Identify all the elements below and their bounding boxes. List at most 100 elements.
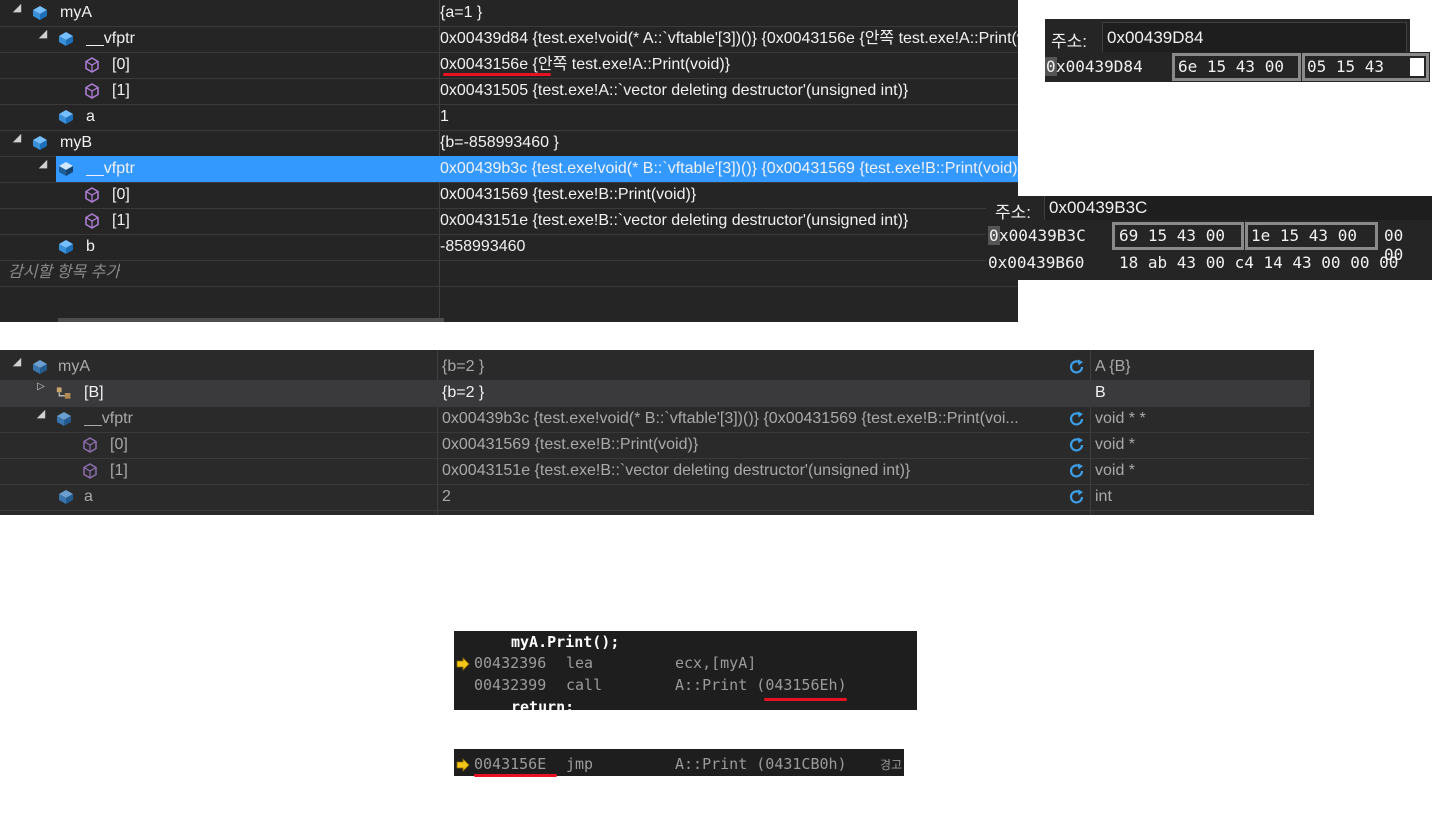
watch-row-myA[interactable]: ◢ myA {b=2 } A {B} <box>0 354 1310 381</box>
watch-value: 0x0043151e {test.exe!B::`vector deleting… <box>442 462 911 479</box>
watch-value: 0x00431569 {test.exe!B::Print(void)} <box>440 186 697 203</box>
call-target-address: 043156Eh <box>765 676 838 694</box>
add-watch-input[interactable]: 감시할 항목 추가 <box>8 260 120 286</box>
disassembly-window-1: myA.Print(); 00432396 lea ecx,[myA] 0043… <box>454 631 917 710</box>
watch-row-myA[interactable]: ◢ myA {a=1 } <box>0 0 1018 27</box>
watch-name: [0] <box>112 186 130 203</box>
watch-name: b <box>86 238 95 255</box>
watch-name: [0] <box>112 56 130 73</box>
underline-mark <box>764 698 847 701</box>
pointer-member-icon <box>83 463 97 479</box>
watch-value: 0x00431569 {test.exe!B::Print(void)} <box>442 436 699 453</box>
address-input[interactable]: 0x00439D84 <box>1102 22 1407 54</box>
watch-row-base-B[interactable]: ▷ [B] {b=2 } B <box>0 380 1310 407</box>
collapse-triangle-icon[interactable]: ◢ <box>34 407 48 420</box>
underline-mark <box>443 73 551 76</box>
object-icon <box>57 412 71 426</box>
watch-row-vfptr[interactable]: ◢ __vfptr 0x00439d84 {test.exe!void(* A:… <box>0 26 1018 53</box>
collapse-triangle-icon[interactable]: ◢ <box>36 157 50 170</box>
watch-value: {b=-858993460 } <box>440 134 559 151</box>
watch-type: void * <box>1095 436 1136 453</box>
address-label: 주소: <box>1051 32 1088 51</box>
watch-value: 0x00439d84 {test.exe!void(* A::`vftable'… <box>440 30 1018 47</box>
object-icon <box>33 6 47 20</box>
pointer-member-icon <box>85 83 99 99</box>
watch-row-index1[interactable]: [1] 0x0043151e {test.exe!B::`vector dele… <box>0 458 1310 485</box>
base-class-icon <box>56 387 71 399</box>
address-value: 0x00439D84 <box>1107 28 1204 47</box>
call-target-prefix: A::Print ( <box>675 676 766 694</box>
watch-value: -858993460 <box>440 238 526 255</box>
memory-bytes: 18 ab 43 00 c4 14 43 00 00 00 <box>1119 253 1399 272</box>
watch-value: 1 <box>440 108 449 125</box>
watch-row-b[interactable]: b -858993460 <box>0 234 1018 261</box>
disassembly-window-2: 0043156E jmp A::Print (0431CB0h) 경고 <box>454 749 904 776</box>
object-icon <box>59 162 73 176</box>
refresh-icon[interactable] <box>1068 410 1086 428</box>
field-icon <box>59 490 73 504</box>
watch-value: {b=2 } <box>442 384 485 401</box>
refresh-icon[interactable] <box>1068 462 1086 480</box>
watch-row-myB[interactable]: ◢ myB {b=-858993460 } <box>0 130 1018 157</box>
watch-row-vfptr-selected[interactable]: ◢ __vfptr 0x00439b3c {test.exe!void(* B:… <box>0 156 1018 183</box>
object-icon <box>33 136 47 150</box>
watch-type: int <box>1095 488 1112 505</box>
watch-row-vfptr[interactable]: ◢ __vfptr 0x00439b3c {test.exe!void(* B:… <box>0 406 1310 433</box>
memory-window-2: 주소: 0x00439B3C 0 x00439B3C 69 15 43 00 1… <box>986 196 1432 280</box>
watch-row-index1[interactable]: [1] 0x00431505 {test.exe!A::`vector dele… <box>0 78 1018 105</box>
warning-text: 경고 <box>880 758 903 772</box>
pointer-member-icon <box>85 57 99 73</box>
instruction-operands: A::Print (0431CB0h) <box>675 755 847 773</box>
instruction-operands: ecx,[myA] <box>675 654 757 672</box>
object-icon <box>59 32 73 46</box>
watch-name: a <box>84 488 93 505</box>
watch-name: __vfptr <box>86 30 135 47</box>
object-icon <box>33 360 47 374</box>
refresh-icon[interactable] <box>1068 358 1086 376</box>
current-instruction-arrow-icon <box>456 657 470 671</box>
field-icon <box>59 110 73 124</box>
pointer-member-icon <box>85 187 99 203</box>
underline-mark <box>474 774 557 777</box>
call-target-suffix: ) <box>837 676 847 694</box>
collapse-triangle-icon[interactable]: ◢ <box>10 1 24 14</box>
collapse-triangle-icon[interactable]: ◢ <box>36 27 50 40</box>
watch-name: [0] <box>110 436 128 453</box>
caret-char: 0 <box>1045 57 1057 76</box>
watch-name: [1] <box>112 212 130 229</box>
current-instruction-arrow-icon <box>456 758 470 772</box>
memory-bytes-group2: 05 15 43 <box>1307 57 1385 76</box>
instruction-opcode: lea <box>566 654 594 672</box>
caret-char: 0 <box>988 226 1000 245</box>
watch-name: a <box>86 108 95 125</box>
address-input[interactable]: 0x00439B3C <box>1044 196 1432 220</box>
field-icon <box>59 240 73 254</box>
horizontal-scrollbar[interactable] <box>58 318 444 322</box>
collapse-triangle-icon[interactable]: ◢ <box>10 131 24 144</box>
watch-name: [1] <box>110 462 128 479</box>
instruction-opcode: jmp <box>566 755 594 773</box>
source-line: myA.Print(); <box>511 633 620 651</box>
memory-rows: 0 x00439B3C 69 15 43 00 1e 15 43 00 00 0… <box>986 222 1432 280</box>
watch-row-a[interactable]: a 2 int <box>0 484 1310 511</box>
refresh-icon[interactable] <box>1068 436 1086 454</box>
memory-bytes-group1: 69 15 43 00 <box>1119 226 1225 245</box>
watch-row-index1[interactable]: [1] 0x0043151e {test.exe!B::`vector dele… <box>0 208 1018 235</box>
refresh-icon[interactable] <box>1068 488 1086 506</box>
instruction-operands: A::Print (043156Eh) <box>675 676 847 694</box>
memory-row-address: 0x00439B60 <box>988 253 1085 272</box>
watch-name: [1] <box>112 82 130 99</box>
instruction-opcode: call <box>566 676 603 694</box>
add-watch-row[interactable]: 감시할 항목 추가 <box>0 260 1018 287</box>
watch-value: 2 <box>442 488 451 505</box>
watch-panel-2: ◢ myA {b=2 } A {B} ▷ [B] {b=2 } B ◢ __vf… <box>0 350 1314 515</box>
watch-value: {b=2 } <box>442 358 485 375</box>
collapse-triangle-icon[interactable]: ◢ <box>10 355 24 368</box>
watch-row-a[interactable]: a 1 <box>0 104 1018 131</box>
watch-type: A {B} <box>1095 358 1131 375</box>
watch-row-index0[interactable]: [0] 0x00431569 {test.exe!B::Print(void)}… <box>0 432 1310 459</box>
expand-triangle-icon[interactable]: ▷ <box>34 381 48 392</box>
pointer-member-icon <box>85 213 99 229</box>
watch-name: myA <box>60 4 92 21</box>
watch-row-index0[interactable]: [0] 0x00431569 {test.exe!B::Print(void)} <box>0 182 1018 209</box>
